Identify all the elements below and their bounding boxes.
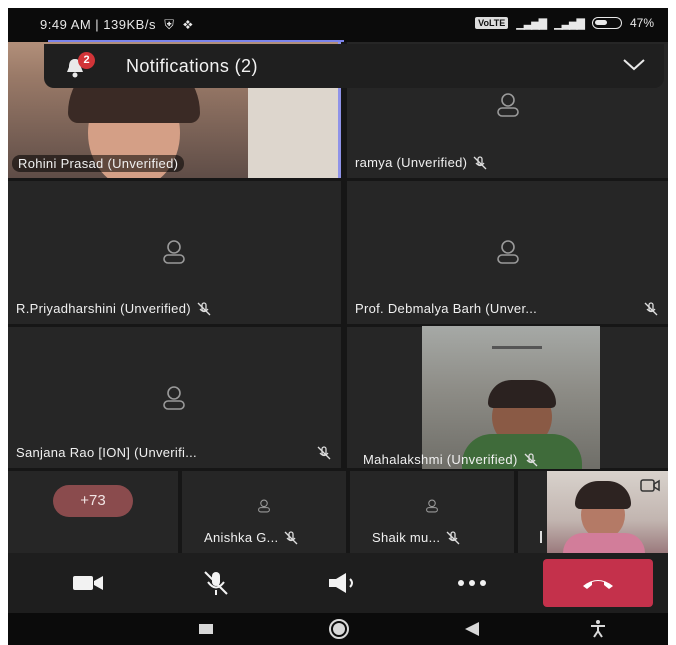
shield-icon: ⛨ xyxy=(160,17,175,32)
speaker-button[interactable] xyxy=(324,563,364,603)
person-icon xyxy=(497,93,519,117)
mic-off-icon xyxy=(446,530,460,544)
person-icon xyxy=(258,499,270,513)
person-icon xyxy=(163,240,185,264)
camera-button[interactable] xyxy=(68,563,108,603)
mic-off-icon xyxy=(524,452,538,466)
participant-name: ramya (Unverified) xyxy=(355,155,468,170)
person-icon xyxy=(497,240,519,264)
recents-icon[interactable] xyxy=(196,619,216,639)
participant-tile-priyadharshini[interactable]: R.Priyadharshini (Unverified) xyxy=(8,181,341,324)
hang-up-icon xyxy=(583,580,613,589)
participant-name: Mahalakshmi (Unverified) xyxy=(363,452,518,467)
accessibility-icon[interactable] xyxy=(588,619,608,639)
signal-icon: ▁▃▅▇ xyxy=(554,17,585,30)
mic-off-icon xyxy=(473,155,487,169)
notifications-title: Notifications (2) xyxy=(126,56,258,76)
participant-name: Sanjana Rao [ION] (Unverifi... xyxy=(16,445,197,460)
switch-camera-icon[interactable] xyxy=(640,477,660,493)
notification-count-badge: 2 xyxy=(78,52,95,69)
more-options-button[interactable] xyxy=(452,563,492,603)
self-view-video[interactable] xyxy=(547,471,668,553)
video-camera-icon xyxy=(73,576,103,590)
overflow-count-badge: +73 xyxy=(53,485,133,517)
battery-level: 47% xyxy=(629,16,654,30)
speaker-icon xyxy=(329,573,353,593)
participant-tile-partial[interactable] xyxy=(518,471,547,553)
chevron-down-icon[interactable] xyxy=(622,58,646,72)
more-participants-tile[interactable]: +73 xyxy=(8,471,178,553)
battery-icon xyxy=(591,17,622,29)
teams-call-screen: 9:49 AM | 139KB/s ⛨ ❖ VoLTE ▁▃▅▇ ▁▃▅▇ 47… xyxy=(8,8,668,645)
mic-off-icon xyxy=(644,302,658,316)
participant-video xyxy=(422,326,600,469)
volte-badge: VoLTE xyxy=(475,17,509,29)
person-icon xyxy=(426,499,438,513)
participant-name: Anishka G... xyxy=(204,530,279,545)
call-controls xyxy=(8,553,668,613)
system-nav-bar xyxy=(8,613,668,645)
mic-off-icon xyxy=(197,301,211,315)
participant-tile-shaik[interactable]: Shaik mu... xyxy=(350,471,514,553)
mic-off-icon xyxy=(204,571,228,595)
status-time: 9:49 AM | 139KB/s xyxy=(40,17,156,32)
person-icon xyxy=(163,386,185,410)
home-icon[interactable] xyxy=(328,618,350,640)
participant-name: Shaik mu... xyxy=(372,530,441,545)
participant-tile-debmalya[interactable]: Prof. Debmalya Barh (Unver... xyxy=(347,181,668,324)
signal-icon: ▁▃▅▇ xyxy=(516,17,547,30)
participant-name: Rohini Prasad (Unverified) xyxy=(18,156,179,171)
notifications-banner[interactable]: 2 Notifications (2) xyxy=(44,44,664,88)
participant-tile-anishka[interactable]: Anishka G... xyxy=(182,471,346,553)
participant-name: R.Priyadharshini (Unverified) xyxy=(16,301,191,316)
hang-up-button[interactable] xyxy=(543,559,653,607)
back-icon[interactable] xyxy=(462,619,482,639)
mute-button[interactable] xyxy=(196,563,236,603)
participant-name: Prof. Debmalya Barh (Unver... xyxy=(355,301,538,316)
mic-off-icon xyxy=(284,530,298,544)
teams-icon: ❖ xyxy=(178,17,194,32)
more-icon xyxy=(458,580,486,586)
mic-off-icon xyxy=(317,446,331,460)
participant-tile-sanjana[interactable]: Sanjana Rao [ION] (Unverifi... xyxy=(8,327,341,468)
status-bar: 9:49 AM | 139KB/s ⛨ ❖ VoLTE ▁▃▅▇ ▁▃▅▇ 47… xyxy=(8,8,668,42)
